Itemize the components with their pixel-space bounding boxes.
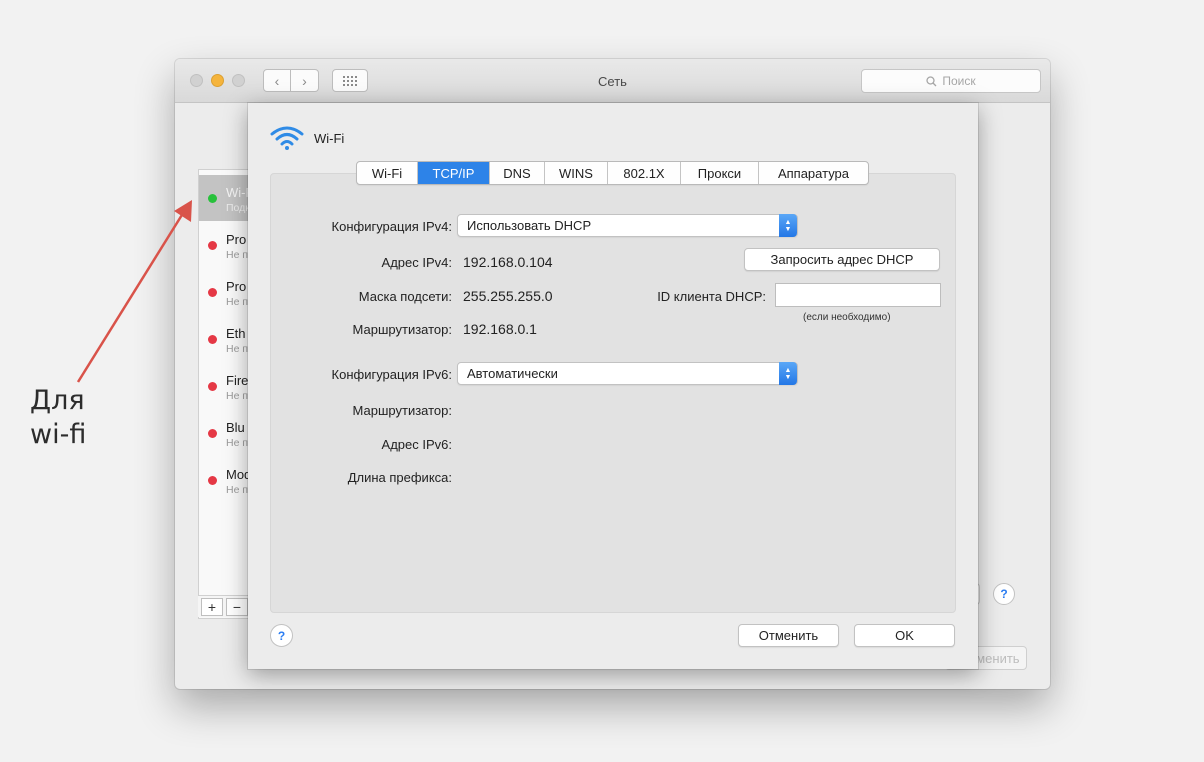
tab-dns[interactable]: DNS (490, 162, 545, 184)
tab-tcpip[interactable]: TCP/IP (418, 162, 490, 184)
tab-wifi[interactable]: Wi-Fi (357, 162, 418, 184)
annotation-text: Для wi-fi (30, 384, 86, 452)
annotation-line-1: Для (30, 385, 85, 416)
tab-hardware[interactable]: Аппаратура (759, 162, 868, 184)
tab-8021x[interactable]: 802.1X (608, 162, 681, 184)
annotation-arrow (76, 200, 192, 383)
tab-bar: Wi-Fi TCP/IP DNS WINS 802.1X Прокси Аппа… (356, 161, 869, 185)
tab-proxy[interactable]: Прокси (681, 162, 759, 184)
annotation-line-2: wi-fi (30, 419, 87, 450)
tab-wins[interactable]: WINS (545, 162, 608, 184)
